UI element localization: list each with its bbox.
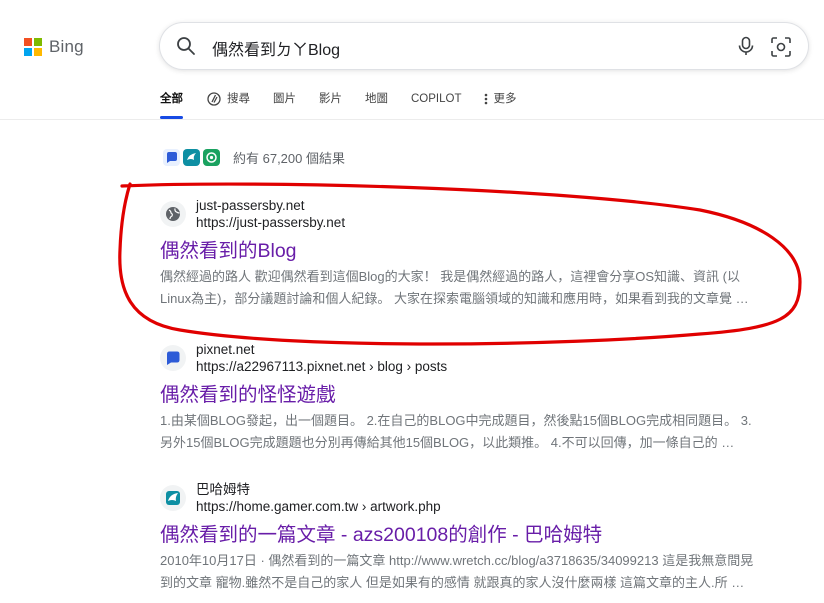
microsoft-logo-icon bbox=[24, 38, 42, 56]
search-input[interactable]: 偶然看到ㄉㄚBlog bbox=[212, 36, 340, 60]
site-favicon-icon bbox=[203, 149, 220, 166]
tab-label: 搜尋 bbox=[227, 93, 250, 105]
tab-label: 更多 bbox=[493, 93, 517, 105]
tab-label: 地圖 bbox=[365, 93, 388, 105]
result-site-name: 巴哈姆特 bbox=[196, 482, 250, 497]
search-result: just-passersby.net https://just-passersb… bbox=[160, 197, 800, 310]
snippet-line: 到的文章 寵物.雖然不是自己的家人 但是如果有的感情 就跟真的家人沒什麼兩樣 這… bbox=[160, 575, 745, 590]
bing-logo[interactable]: Bing bbox=[24, 37, 84, 57]
tab-copilot-search[interactable]: 搜尋 bbox=[206, 86, 250, 112]
tab-maps[interactable]: 地圖 bbox=[365, 86, 388, 112]
tab-label: 圖片 bbox=[273, 93, 296, 105]
tab-label: COPILOT bbox=[411, 93, 462, 105]
search-result: pixnet.net https://a22967113.pixnet.net … bbox=[160, 341, 800, 454]
logo-text: Bing bbox=[49, 37, 84, 56]
snippet-line: Linux為主)，部分議題討論和個人紀錄。 大家在探索電腦領域的知識和應用時，如… bbox=[160, 291, 749, 306]
pixnet-icon bbox=[163, 149, 180, 166]
result-site-row[interactable]: just-passersby.net https://just-passersb… bbox=[160, 197, 800, 231]
search-tabs: 全部 搜尋 圖片 影片 地圖 COPILOT 更多 bbox=[160, 86, 539, 120]
globe-icon bbox=[160, 201, 186, 227]
result-snippet: 偶然經過的路人 歡迎偶然看到這個Blog的大家！ 我是偶然經過的路人，這裡會分享… bbox=[160, 266, 800, 310]
result-url: https://just-passersby.net bbox=[196, 215, 346, 230]
result-title-link[interactable]: 偶然看到的一篇文章 - azs200108的創作 - 巴哈姆特 bbox=[160, 522, 800, 548]
tab-label: 全部 bbox=[160, 93, 183, 105]
result-site-name: pixnet.net bbox=[196, 342, 255, 357]
tab-images[interactable]: 圖片 bbox=[273, 86, 296, 112]
bahamut-icon bbox=[183, 149, 200, 166]
tab-all[interactable]: 全部 bbox=[160, 86, 183, 119]
result-url: https://home.gamer.com.tw › artwork.php bbox=[196, 499, 441, 514]
result-site-row[interactable]: pixnet.net https://a22967113.pixnet.net … bbox=[160, 341, 800, 375]
search-icon[interactable] bbox=[176, 36, 196, 56]
results-count: 約有 67,200 個結果 bbox=[233, 151, 345, 166]
copilot-search-icon bbox=[207, 92, 221, 106]
kebab-icon bbox=[485, 93, 488, 105]
snippet-line: 1.由某個BLOG發起，出一個題目。 2.在自己的BLOG中完成題目，然後點15… bbox=[160, 413, 752, 428]
result-snippet: 1.由某個BLOG發起，出一個題目。 2.在自己的BLOG中完成題目，然後點15… bbox=[160, 410, 800, 454]
result-title-link[interactable]: 偶然看到的Blog bbox=[160, 238, 800, 264]
snippet-line: 2010年10月17日 · 偶然看到的一篇文章 http://www.wretc… bbox=[160, 553, 754, 568]
tab-label: 影片 bbox=[319, 93, 342, 105]
tab-videos[interactable]: 影片 bbox=[319, 86, 342, 112]
search-box[interactable]: 偶然看到ㄉㄚBlog bbox=[160, 23, 808, 69]
result-title-link[interactable]: 偶然看到的怪怪遊戲 bbox=[160, 382, 800, 408]
visual-search-icon[interactable] bbox=[770, 36, 792, 58]
tabs-divider bbox=[0, 119, 824, 120]
bahamut-icon bbox=[160, 485, 186, 511]
result-site-name: just-passersby.net bbox=[196, 198, 305, 213]
result-snippet: 2010年10月17日 · 偶然看到的一篇文章 http://www.wretc… bbox=[160, 550, 800, 594]
snippet-line: 另外15個BLOG完成題題也分別再傳給其他15個BLOG，以此類推。 4.不可以… bbox=[160, 435, 735, 450]
pixnet-icon bbox=[160, 345, 186, 371]
results-count-row: 約有 67,200 個結果 bbox=[163, 148, 345, 167]
result-site-row[interactable]: 巴哈姆特 https://home.gamer.com.tw › artwork… bbox=[160, 481, 800, 515]
microphone-icon[interactable] bbox=[736, 36, 756, 56]
search-result: 巴哈姆特 https://home.gamer.com.tw › artwork… bbox=[160, 481, 800, 594]
tab-copilot[interactable]: COPILOT bbox=[411, 86, 461, 112]
tab-more[interactable]: 更多 bbox=[484, 86, 516, 112]
snippet-line: 偶然經過的路人 歡迎偶然看到這個Blog的大家！ 我是偶然經過的路人，這裡會分享… bbox=[160, 269, 740, 284]
result-url: https://a22967113.pixnet.net › blog › po… bbox=[196, 359, 448, 374]
